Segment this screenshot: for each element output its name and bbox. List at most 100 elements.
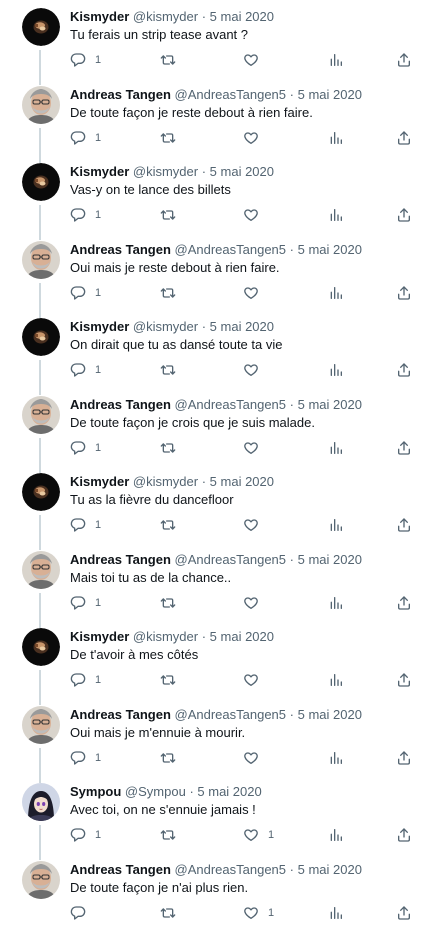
tweet[interactable]: Kismyder @kismyder · 5 mai 2020 On dirai… (0, 310, 447, 395)
author-name[interactable]: Kismyder (70, 629, 129, 644)
share-button[interactable] (396, 206, 412, 224)
author-handle[interactable]: @Sympou (125, 784, 186, 799)
views-button[interactable] (328, 439, 344, 457)
share-button[interactable] (396, 129, 412, 147)
retweet-button[interactable] (160, 51, 176, 69)
views-button[interactable] (328, 904, 344, 922)
avatar-sympou[interactable] (22, 783, 60, 821)
avatar-andreas[interactable] (22, 706, 60, 744)
reply-button[interactable] (70, 904, 86, 922)
author-name[interactable]: Andreas Tangen (70, 87, 171, 102)
author-handle[interactable]: @AndreasTangen5 (175, 242, 287, 257)
reply-button[interactable]: 1 (70, 206, 101, 224)
tweet-date[interactable]: 5 mai 2020 (210, 474, 274, 489)
tweet-date[interactable]: 5 mai 2020 (210, 9, 274, 24)
views-button[interactable] (328, 594, 344, 612)
views-button[interactable] (328, 826, 344, 844)
views-button[interactable] (328, 361, 344, 379)
views-button[interactable] (328, 284, 344, 302)
retweet-button[interactable] (160, 284, 176, 302)
share-button[interactable] (396, 904, 412, 922)
tweet[interactable]: Kismyder @kismyder · 5 mai 2020 De t'avo… (0, 620, 447, 705)
tweet-date[interactable]: 5 mai 2020 (298, 397, 362, 412)
views-button[interactable] (328, 51, 344, 69)
retweet-button[interactable] (160, 671, 176, 689)
tweet-date[interactable]: 5 mai 2020 (298, 87, 362, 102)
share-button[interactable] (396, 439, 412, 457)
reply-button[interactable]: 1 (70, 51, 101, 69)
tweet-date[interactable]: 5 mai 2020 (298, 707, 362, 722)
tweet[interactable]: Andreas Tangen @AndreasTangen5 · 5 mai 2… (0, 543, 447, 628)
author-name[interactable]: Kismyder (70, 474, 129, 489)
author-name[interactable]: Kismyder (70, 164, 129, 179)
author-handle[interactable]: @kismyder (133, 319, 198, 334)
reply-button[interactable]: 1 (70, 284, 101, 302)
author-handle[interactable]: @kismyder (133, 164, 198, 179)
tweet[interactable]: Andreas Tangen @AndreasTangen5 · 5 mai 2… (0, 388, 447, 473)
views-button[interactable] (328, 516, 344, 534)
avatar-kismyder[interactable] (22, 473, 60, 511)
tweet[interactable]: Andreas Tangen @AndreasTangen5 · 5 mai 2… (0, 853, 447, 930)
avatar-andreas[interactable] (22, 861, 60, 899)
avatar-kismyder[interactable] (22, 8, 60, 46)
avatar-kismyder[interactable] (22, 628, 60, 666)
views-button[interactable] (328, 749, 344, 767)
retweet-button[interactable] (160, 594, 176, 612)
author-name[interactable]: Andreas Tangen (70, 862, 171, 877)
like-button[interactable]: 1 (243, 904, 274, 922)
reply-button[interactable]: 1 (70, 439, 101, 457)
avatar-andreas[interactable] (22, 241, 60, 279)
avatar-andreas[interactable] (22, 86, 60, 124)
reply-button[interactable]: 1 (70, 594, 101, 612)
reply-button[interactable]: 1 (70, 516, 101, 534)
author-handle[interactable]: @AndreasTangen5 (175, 707, 287, 722)
author-handle[interactable]: @AndreasTangen5 (175, 862, 287, 877)
author-name[interactable]: Andreas Tangen (70, 552, 171, 567)
share-button[interactable] (396, 284, 412, 302)
tweet-date[interactable]: 5 mai 2020 (298, 242, 362, 257)
tweet[interactable]: Kismyder @kismyder · 5 mai 2020 Vas-y on… (0, 155, 447, 240)
like-button[interactable] (243, 749, 259, 767)
share-button[interactable] (396, 51, 412, 69)
like-button[interactable] (243, 516, 259, 534)
tweet[interactable]: Kismyder @kismyder · 5 mai 2020 Tu as la… (0, 465, 447, 550)
author-name[interactable]: Andreas Tangen (70, 707, 171, 722)
like-button[interactable] (243, 594, 259, 612)
like-button[interactable] (243, 51, 259, 69)
tweet-date[interactable]: 5 mai 2020 (298, 862, 362, 877)
views-button[interactable] (328, 206, 344, 224)
like-button[interactable] (243, 439, 259, 457)
avatar-andreas[interactable] (22, 396, 60, 434)
author-name[interactable]: Kismyder (70, 319, 129, 334)
author-handle[interactable]: @kismyder (133, 474, 198, 489)
tweet[interactable]: Kismyder @kismyder · 5 mai 2020 Tu ferai… (0, 0, 447, 85)
share-button[interactable] (396, 361, 412, 379)
tweet[interactable]: Andreas Tangen @AndreasTangen5 · 5 mai 2… (0, 78, 447, 163)
author-name[interactable]: Kismyder (70, 9, 129, 24)
views-button[interactable] (328, 129, 344, 147)
reply-button[interactable]: 1 (70, 129, 101, 147)
reply-button[interactable]: 1 (70, 826, 101, 844)
avatar-andreas[interactable] (22, 551, 60, 589)
retweet-button[interactable] (160, 129, 176, 147)
share-button[interactable] (396, 671, 412, 689)
like-button[interactable] (243, 206, 259, 224)
reply-button[interactable]: 1 (70, 749, 101, 767)
share-button[interactable] (396, 749, 412, 767)
share-button[interactable] (396, 594, 412, 612)
tweet-date[interactable]: 5 mai 2020 (210, 319, 274, 334)
reply-button[interactable]: 1 (70, 361, 101, 379)
tweet-date[interactable]: 5 mai 2020 (210, 164, 274, 179)
retweet-button[interactable] (160, 516, 176, 534)
author-handle[interactable]: @AndreasTangen5 (175, 552, 287, 567)
author-name[interactable]: Andreas Tangen (70, 242, 171, 257)
tweet-date[interactable]: 5 mai 2020 (298, 552, 362, 567)
tweet[interactable]: Andreas Tangen @AndreasTangen5 · 5 mai 2… (0, 233, 447, 318)
author-handle[interactable]: @kismyder (133, 9, 198, 24)
tweet[interactable]: Sympou @Sympou · 5 mai 2020 Avec toi, on… (0, 775, 447, 860)
like-button[interactable] (243, 361, 259, 379)
views-button[interactable] (328, 671, 344, 689)
author-name[interactable]: Andreas Tangen (70, 397, 171, 412)
retweet-button[interactable] (160, 749, 176, 767)
like-button[interactable] (243, 284, 259, 302)
